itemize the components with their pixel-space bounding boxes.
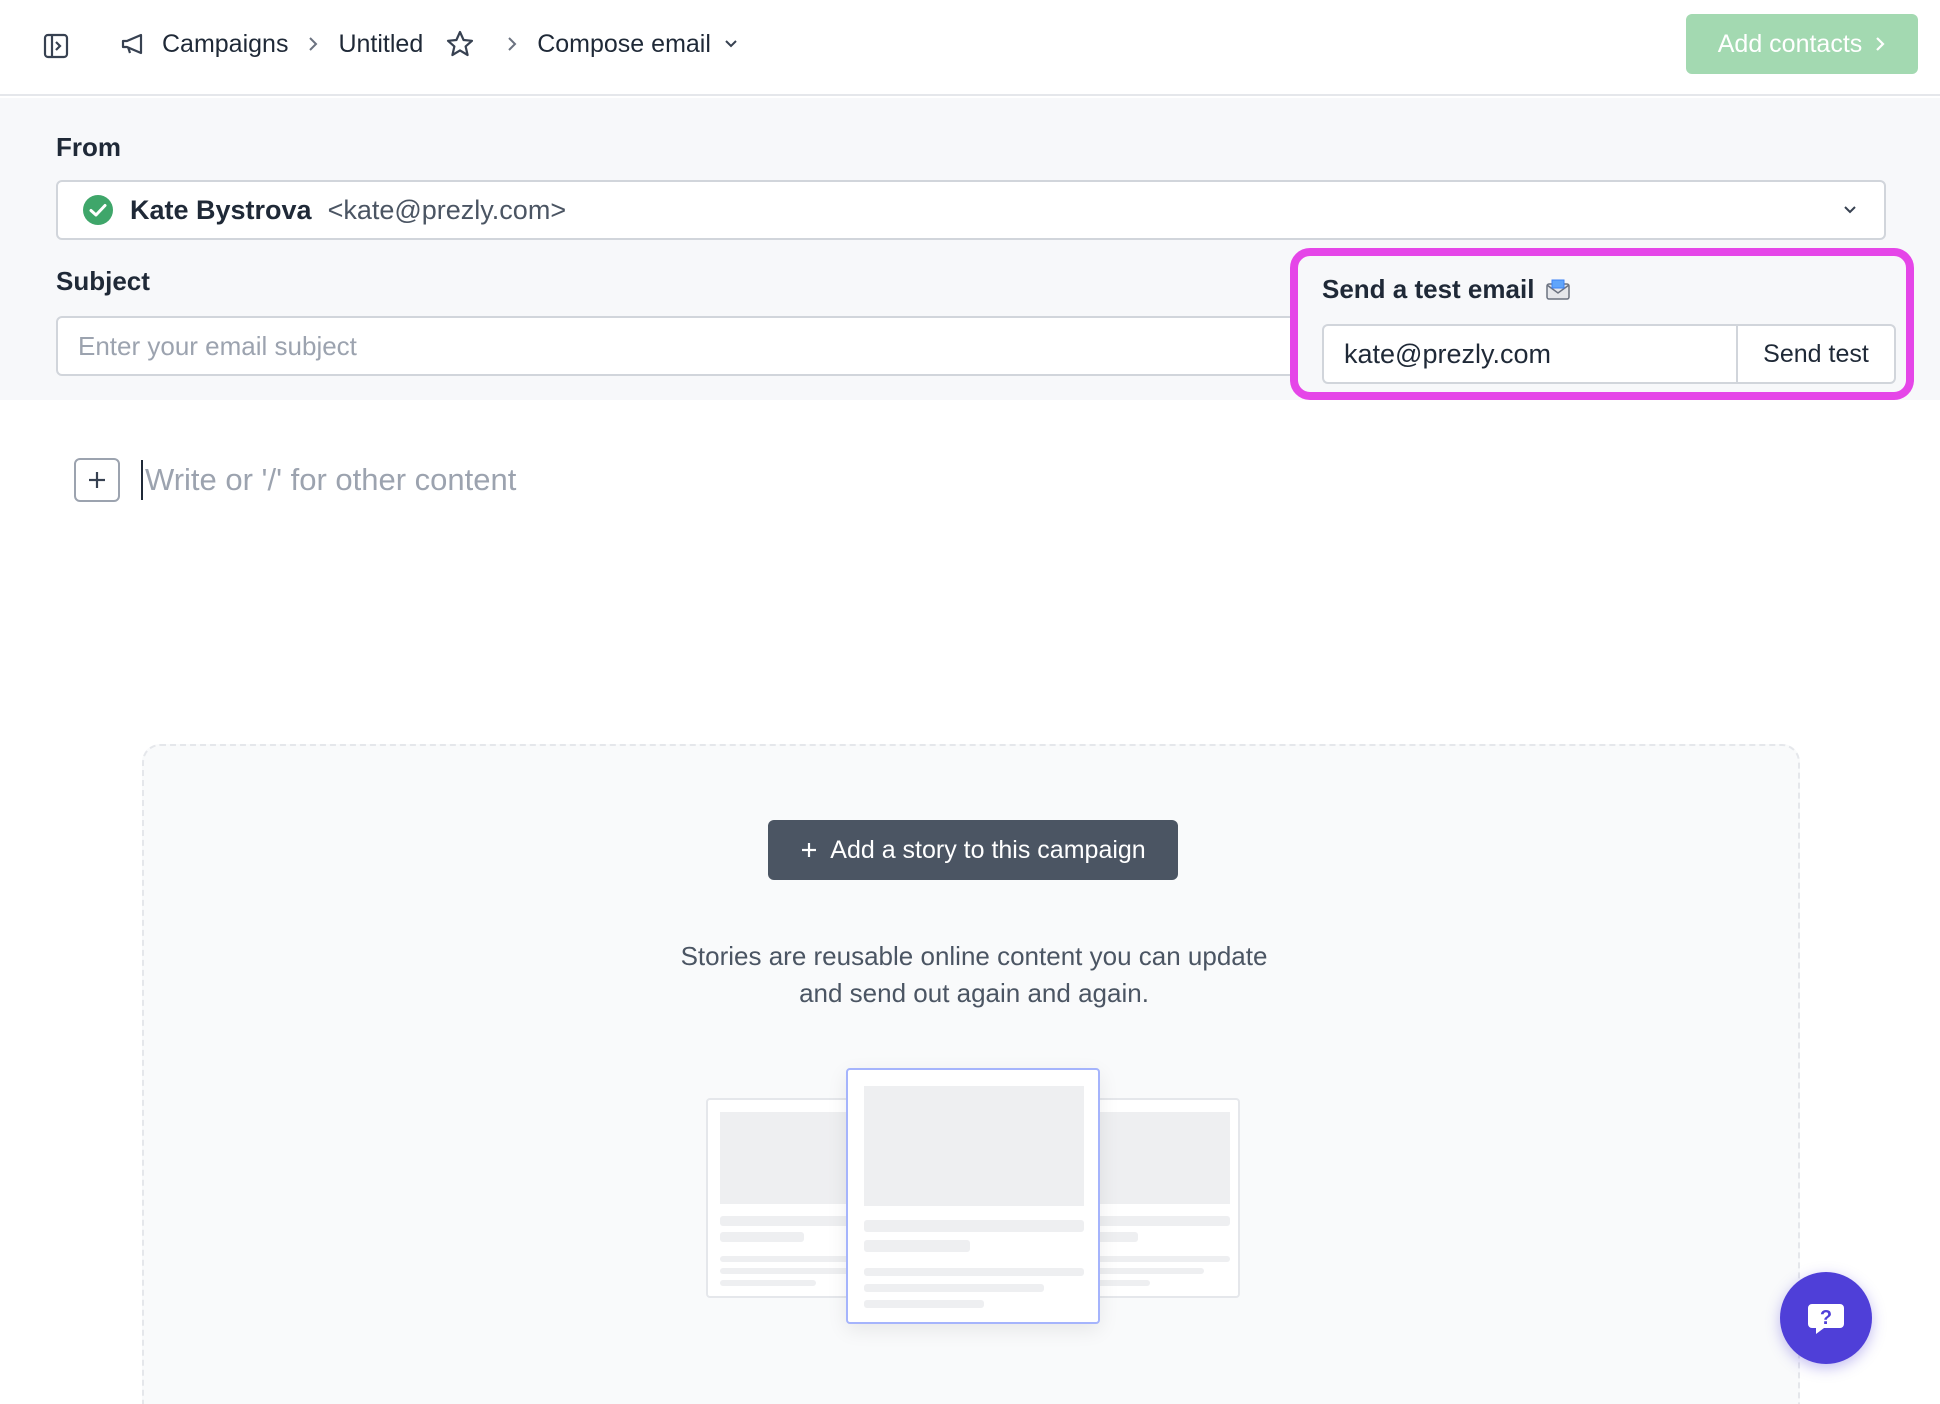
chevron-right-icon	[505, 34, 519, 54]
envelope-icon	[1544, 278, 1572, 302]
story-description-line1: Stories are reusable online content you …	[680, 941, 1268, 971]
email-header-form: From Kate Bystrova <kate@prezly.com> Sub…	[0, 98, 1940, 400]
help-icon: ?	[1802, 1294, 1850, 1342]
add-story-button[interactable]: Add a story to this campaign	[768, 820, 1178, 880]
from-select[interactable]: Kate Bystrova <kate@prezly.com>	[56, 180, 1886, 240]
from-label: From	[56, 132, 121, 162]
chevron-down-icon	[723, 38, 739, 50]
story-description-line2: and send out again and again.	[799, 978, 1149, 1008]
story-description: Stories are reusable online content you …	[524, 938, 1424, 1012]
send-test-button[interactable]: Send test	[1736, 324, 1896, 384]
breadcrumb-untitled-label: Untitled	[338, 29, 424, 58]
help-button[interactable]: ?	[1780, 1272, 1872, 1364]
svg-text:?: ?	[1820, 1307, 1832, 1329]
send-test-title: Send a test email	[1322, 274, 1572, 305]
story-card-illustration-center	[846, 1068, 1100, 1324]
breadcrumb-campaigns[interactable]: Campaigns	[120, 30, 288, 59]
breadcrumb: Campaigns Untitled Compose email	[120, 24, 739, 64]
plus-icon	[800, 841, 818, 859]
sidebar-toggle-icon[interactable]	[40, 30, 72, 62]
breadcrumb-compose-dropdown[interactable]: Compose email	[537, 30, 739, 59]
breadcrumb-compose-label: Compose email	[537, 29, 711, 58]
send-test-email-panel: Send a test email Send test	[1290, 248, 1914, 400]
chevron-down-icon	[1840, 200, 1860, 220]
add-story-label: Add a story to this campaign	[830, 835, 1146, 864]
breadcrumb-campaigns-label: Campaigns	[162, 29, 289, 58]
add-contacts-button[interactable]: Add contacts	[1686, 14, 1918, 74]
megaphone-icon	[120, 32, 146, 56]
plus-icon	[86, 469, 108, 491]
check-circle-icon	[82, 194, 114, 226]
story-dropzone: Add a story to this campaign Stories are…	[142, 744, 1800, 1404]
subject-label: Subject	[56, 266, 150, 296]
sender-email: <kate@prezly.com>	[327, 194, 567, 225]
send-test-title-text: Send a test email	[1322, 274, 1535, 304]
test-email-input[interactable]	[1322, 324, 1736, 384]
subject-input[interactable]	[56, 316, 1366, 376]
add-contacts-label: Add contacts	[1717, 29, 1863, 58]
star-icon[interactable]	[445, 29, 475, 59]
chevron-right-icon	[1874, 35, 1886, 53]
chevron-right-icon	[306, 34, 320, 54]
sender-name: Kate Bystrova	[130, 194, 312, 225]
editor-placeholder[interactable]: Write or '/' for other content	[141, 460, 516, 500]
add-block-button[interactable]	[74, 458, 120, 502]
breadcrumb-untitled[interactable]: Untitled	[338, 30, 423, 59]
top-bar: Campaigns Untitled Compose email Add con…	[0, 0, 1940, 96]
